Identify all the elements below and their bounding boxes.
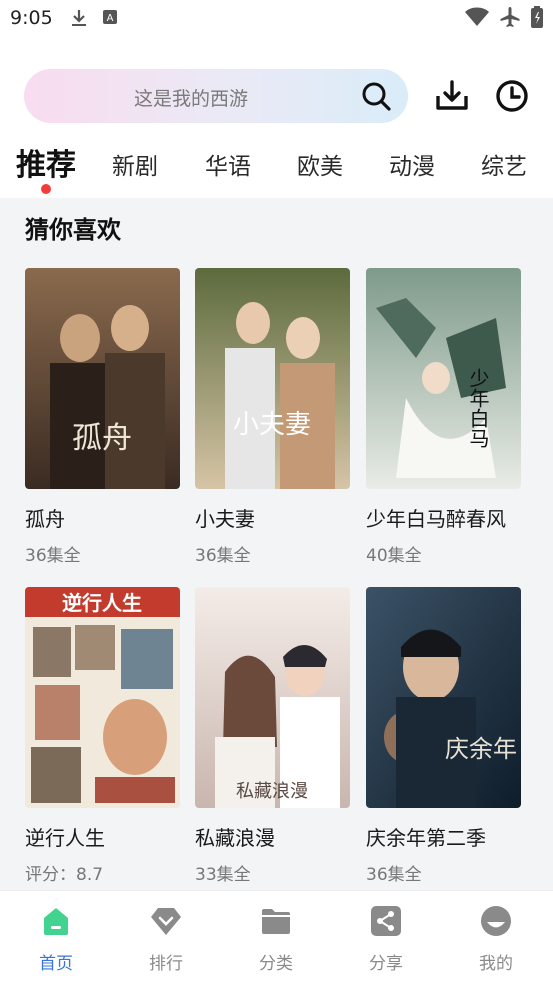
tab-new-drama[interactable]: 新剧 [112,147,158,181]
poster-title-text: 庆余年 [445,735,517,763]
card-title: 小夫妻 [195,507,255,531]
poster-image[interactable]: 庆余年 [366,587,521,808]
search-input[interactable]: 这是我的西游 [24,69,408,123]
section-title: 猜你喜欢 [25,216,121,244]
card-subtitle: 评分：8.7 [25,865,104,885]
card-subtitle: 36集全 [25,546,81,566]
tab-recommend[interactable]: 推荐 [16,140,76,184]
download-button[interactable] [434,78,470,118]
nav-ranking[interactable]: 排行 [126,905,206,974]
download-icon [436,80,468,110]
battery-icon [531,6,543,32]
card-title: 孤舟 [25,507,65,531]
content-area: 猜你喜欢 孤舟 孤舟 36集全 小夫妻 小夫妻 36集全 少年白马 少年白马醉春… [0,198,553,890]
tab-western[interactable]: 欧美 [297,147,343,181]
poster-image[interactable]: 逆行人生 [25,587,180,808]
video-card[interactable]: 小夫妻 小夫妻 36集全 [195,268,350,566]
nav-profile[interactable]: 我的 [456,905,536,974]
search-placeholder: 这是我的西游 [134,88,249,110]
poster-image[interactable]: 私藏浪漫 [195,587,350,808]
profile-icon [481,906,511,936]
nav-ranking-label: 排行 [149,954,183,974]
card-title: 私藏浪漫 [195,826,275,850]
card-subtitle: 36集全 [195,546,251,566]
tab-anime[interactable]: 动漫 [389,147,435,181]
svg-text:A: A [107,13,114,24]
card-title: 庆余年第二季 [366,826,486,850]
poster-image[interactable]: 孤舟 [25,268,180,489]
poster-image[interactable]: 小夫妻 [195,268,350,489]
poster-title-text: 孤舟 [72,421,132,456]
card-subtitle: 40集全 [366,546,422,566]
nav-category-label: 分类 [259,954,293,974]
search-icon[interactable] [360,80,392,116]
poster-title-text: 私藏浪漫 [236,781,308,802]
card-title: 少年白马醉春风 [366,507,506,531]
share-icon [371,906,401,936]
bottom-navigation: 首页 排行 分类 分享 我的 [0,890,553,984]
nav-category[interactable]: 分类 [236,905,316,974]
tab-variety[interactable]: 综艺 [481,147,527,181]
keyboard-icon: A [102,8,118,32]
nav-home[interactable]: 首页 [16,905,96,974]
home-icon [44,908,68,935]
ranking-icon [151,908,181,935]
wifi-icon [465,7,489,31]
video-card[interactable]: 少年白马 少年白马醉春风 40集全 [366,268,521,566]
status-bar: 9:05 A [0,0,553,40]
poster-title-text: 少年白马 [466,368,490,448]
category-tabs: 推荐 新剧 华语 欧美 动漫 综艺 [0,140,553,198]
video-card[interactable]: 私藏浪漫 私藏浪漫 33集全 [195,587,350,885]
folder-icon [262,909,290,934]
search-row: 这是我的西游 [24,69,534,123]
video-card[interactable]: 逆行人生 逆行人生 评分：8.7 [25,587,180,885]
history-button[interactable] [494,78,530,118]
status-left-icons: A [70,8,118,32]
nav-profile-label: 我的 [479,954,513,974]
nav-share-label: 分享 [369,954,403,974]
status-right-icons [465,6,543,32]
nav-share[interactable]: 分享 [346,905,426,974]
airplane-icon [499,6,521,32]
video-card[interactable]: 孤舟 孤舟 36集全 [25,268,180,566]
poster-title-text: 逆行人生 [62,591,142,615]
status-time: 9:05 [10,7,53,29]
card-subtitle: 36集全 [366,865,422,885]
poster-image[interactable]: 少年白马 [366,268,521,489]
active-tab-indicator [41,184,51,194]
history-icon [496,80,528,112]
poster-title-text: 小夫妻 [233,410,311,440]
tab-chinese[interactable]: 华语 [205,147,251,181]
card-title: 逆行人生 [25,826,105,850]
download-icon [70,8,88,32]
card-subtitle: 33集全 [195,865,251,885]
video-card[interactable]: 庆余年 庆余年第二季 36集全 [366,587,521,885]
nav-home-label: 首页 [39,954,73,974]
